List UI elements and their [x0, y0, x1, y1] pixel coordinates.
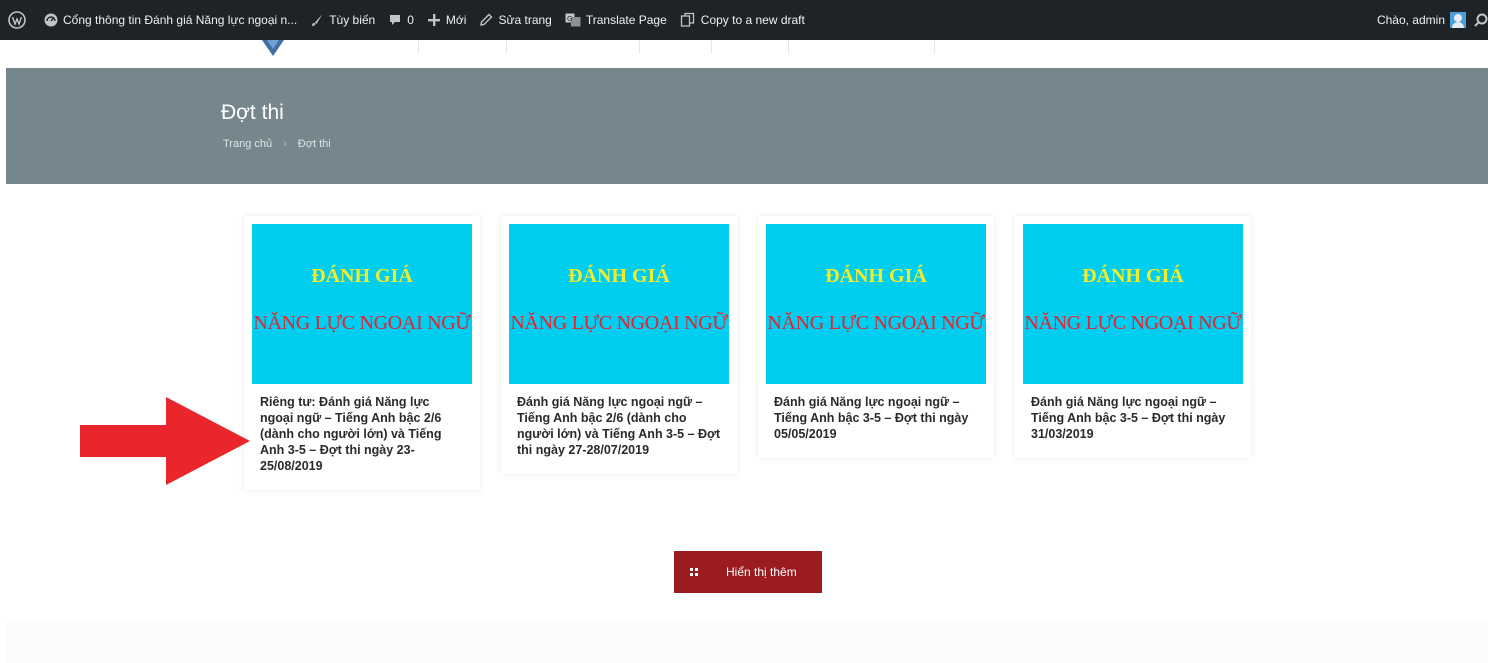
plus-icon [427, 14, 440, 26]
translate-page-link[interactable]: G Translate Page [565, 13, 667, 27]
translate-icon: G [565, 13, 581, 27]
thumbnail-subtitle: NĂNG LỰC NGOẠI NGỮ [510, 312, 728, 334]
comment-icon [390, 15, 401, 25]
card-title-link[interactable]: Đánh giá Năng lực ngoại ngữ – Tiếng Anh … [758, 384, 994, 458]
chevron-right-icon: › [283, 138, 287, 150]
wordpress-icon [8, 11, 26, 29]
red-arrow-icon [80, 397, 250, 485]
edit-page-link[interactable]: Sửa trang [479, 13, 552, 27]
site-name-text: Cổng thông tin Đánh giá Năng lực ngoại n… [63, 13, 298, 27]
page-title: Đợt thi [221, 101, 284, 124]
load-more-button[interactable]: Hiển thị thêm [674, 551, 822, 593]
thumbnail-title: ĐÁNH GIÁ [311, 265, 413, 287]
nav-strip [0, 40, 1488, 68]
footer-strip [6, 621, 1488, 663]
thumbnail-title: ĐÁNH GIÁ [825, 265, 927, 287]
breadcrumb-current: Đợt thi [297, 138, 331, 150]
copy-draft-label: Copy to a new draft [700, 13, 805, 27]
edit-page-label: Sửa trang [498, 13, 552, 27]
avatar[interactable] [1450, 12, 1466, 28]
nav-indicator-icon [262, 40, 284, 56]
page-header: Đợt thi Trang chủ › Đợt thi [6, 68, 1488, 184]
card-title-link[interactable]: Đánh giá Năng lực ngoại ngữ – Tiếng Anh … [1015, 384, 1251, 458]
exam-card-3[interactable]: ĐÁNH GIÁ NĂNG LỰC NGOẠI NGỮ Đánh giá Năn… [758, 216, 994, 458]
search-icon[interactable] [1474, 13, 1488, 27]
account-greeting[interactable]: Chào, admin [1377, 13, 1445, 27]
card-thumbnail[interactable]: ĐÁNH GIÁ NĂNG LỰC NGOẠI NGỮ [509, 224, 729, 384]
breadcrumb: Trang chủ › Đợt thi [223, 138, 331, 150]
customize-label: Tùy biến [329, 13, 376, 27]
card-title-link[interactable]: Đánh giá Năng lực ngoại ngữ – Tiếng Anh … [501, 384, 737, 474]
card-thumbnail[interactable]: ĐÁNH GIÁ NĂNG LỰC NGOẠI NGỮ [1023, 224, 1243, 384]
card-thumbnail[interactable]: ĐÁNH GIÁ NĂNG LỰC NGOẠI NGỮ [766, 224, 986, 384]
customize-link[interactable]: Tùy biến [310, 13, 375, 27]
thumbnail-title: ĐÁNH GIÁ [568, 265, 670, 287]
dashboard-icon [44, 13, 58, 27]
pencil-icon [480, 13, 493, 26]
thumbnail-subtitle: NĂNG LỰC NGOẠI NGỮ [1024, 312, 1242, 334]
wordpress-logo-button[interactable] [8, 11, 31, 29]
grid-icon [690, 568, 698, 576]
breadcrumb-home-link[interactable]: Trang chủ [223, 138, 272, 150]
paintbrush-icon [312, 14, 323, 26]
admin-bar: Cổng thông tin Đánh giá Năng lực ngoại n… [0, 0, 1488, 40]
copy-draft-link[interactable]: Copy to a new draft [680, 12, 805, 28]
load-more-label: Hiển thị thêm [726, 565, 797, 579]
exam-card-1[interactable]: ĐÁNH GIÁ NĂNG LỰC NGOẠI NGỮ Riêng tư: Đá… [244, 216, 480, 490]
translate-label: Translate Page [585, 13, 667, 27]
comments-count: 0 [407, 13, 414, 27]
exam-card-4[interactable]: ĐÁNH GIÁ NĂNG LỰC NGOẠI NGỮ Đánh giá Năn… [1015, 216, 1251, 458]
thumbnail-title: ĐÁNH GIÁ [1082, 265, 1184, 287]
new-content-link[interactable]: Mới [427, 13, 467, 27]
card-title-link[interactable]: Riêng tư: Đánh giá Năng lực ngoại ngữ – … [244, 384, 480, 490]
thumbnail-subtitle: NĂNG LỰC NGOẠI NGỮ [767, 312, 985, 334]
card-thumbnail[interactable]: ĐÁNH GIÁ NĂNG LỰC NGOẠI NGỮ [252, 224, 472, 384]
comments-link[interactable]: 0 [388, 13, 414, 27]
svg-text:G: G [567, 15, 572, 23]
thumbnail-subtitle: NĂNG LỰC NGOẠI NGỮ [253, 312, 471, 334]
new-label: Mới [445, 13, 467, 27]
site-name-link[interactable]: Cổng thông tin Đánh giá Năng lực ngoại n… [44, 13, 297, 27]
copy-icon [680, 12, 694, 27]
exam-card-2[interactable]: ĐÁNH GIÁ NĂNG LỰC NGOẠI NGỮ Đánh giá Năn… [501, 216, 737, 474]
